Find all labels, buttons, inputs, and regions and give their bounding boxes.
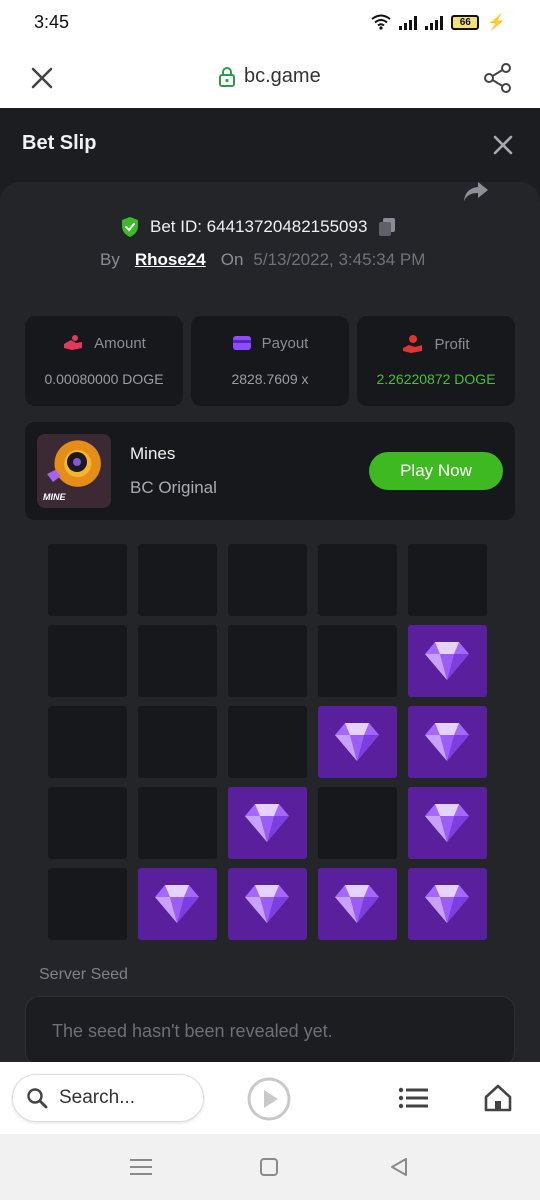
system-home-icon[interactable] [260,1158,278,1176]
server-seed-value: The seed hasn't been revealed yet. [52,1021,333,1041]
status-icons: 66 ⚡ [371,13,506,31]
bet-date: 5/13/2022, 3:45:34 PM [253,250,426,269]
bet-id: Bet ID: 64413720482155093 [150,217,368,236]
amount-box: Amount 0.00080000 DOGE [25,316,183,406]
gem-tile [228,787,307,859]
hidden-tile [138,787,217,859]
server-seed-field: The seed hasn't been revealed yet. [25,996,515,1062]
status-bar: 3:45 66 ⚡ [0,0,540,48]
amount-value: 0.00080000 DOGE [44,371,164,387]
bet-id-row: Bet ID: 64413720482155093 [120,216,397,238]
hidden-tile [138,625,217,697]
url-text: bc.game [244,65,321,87]
profit-icon [403,335,423,353]
thumbnail-label: MINE [43,492,66,502]
gem-icon [245,885,289,923]
gem-tile [408,625,487,697]
hidden-tile [318,625,397,697]
profit-value: 2.26220872 DOGE [376,371,496,387]
hidden-tile [48,544,127,616]
wallet-icon [232,336,251,350]
gem-tile [408,706,487,778]
gem-tile [318,706,397,778]
url-bar[interactable]: bc.game [218,65,321,88]
by-label: By [100,250,120,269]
on-label: On [220,250,244,269]
play-now-button[interactable]: Play Now [369,452,503,490]
bet-slip-panel: Bet Slip Bet ID: 64413720482155093 By Rh… [0,108,540,1062]
forward-share-icon[interactable] [462,180,490,204]
gem-icon [425,642,469,680]
back-icon[interactable] [388,1156,410,1178]
username-link[interactable]: Rhose24 [135,250,206,270]
profit-label: Profit [434,335,470,353]
amount-icon [64,335,83,350]
charging-icon: ⚡ [487,14,506,31]
amount-label: Amount [94,334,146,352]
hidden-tile [318,787,397,859]
hidden-tile [228,544,307,616]
gem-icon [335,723,379,761]
server-seed-label: Server Seed [39,966,128,983]
mines-grid [48,544,487,940]
mines-game-thumbnail: MINE [37,434,111,508]
hidden-tile [408,544,487,616]
page-title: Bet Slip [22,132,97,154]
hidden-tile [318,544,397,616]
gem-tile [318,868,397,940]
gem-icon [155,885,199,923]
payout-label: Payout [261,334,309,352]
hidden-tile [48,868,127,940]
browser-top-bar: bc.game [0,48,540,108]
gem-icon [245,804,289,842]
hidden-tile [228,625,307,697]
close-icon[interactable] [492,134,514,156]
battery-icon: 66 [451,14,480,30]
hidden-tile [48,706,127,778]
gem-icon [425,723,469,761]
share-icon[interactable] [482,62,514,94]
play-circle-icon[interactable] [246,1076,292,1122]
bettor-row: By Rhose24 On 5/13/2022, 3:45:34 PM [100,250,425,270]
wifi-icon [371,14,391,30]
signal-icon [399,14,418,30]
game-name: Mines [130,444,176,463]
game-card: MINE Mines BC Original Play Now [25,422,515,520]
browser-bottom-bar: Search... [0,1062,540,1134]
gem-icon [425,804,469,842]
status-time: 3:45 [34,12,70,32]
search-icon [27,1088,48,1109]
search-placeholder: Search... [59,1087,136,1108]
home-icon[interactable] [482,1082,514,1114]
hidden-tile [228,706,307,778]
gem-tile [408,787,487,859]
hidden-tile [138,544,217,616]
payout-value: 2828.7609 x [231,371,309,387]
lock-icon [219,66,235,87]
game-subtitle: BC Original [130,478,217,497]
recent-apps-icon[interactable] [130,1158,152,1176]
gem-tile [228,868,307,940]
payout-box: Payout 2828.7609 x [191,316,349,406]
system-nav-bar [0,1134,540,1200]
profit-box: Profit 2.26220872 DOGE [357,316,515,406]
signal-icon-2 [425,14,444,30]
list-icon[interactable] [398,1087,430,1109]
gem-tile [138,868,217,940]
hidden-tile [48,625,127,697]
gem-icon [335,885,379,923]
copy-icon[interactable] [377,216,397,238]
hidden-tile [138,706,217,778]
gem-tile [408,868,487,940]
hidden-tile [48,787,127,859]
close-tab-icon[interactable] [28,64,56,92]
shield-check-icon [122,217,138,237]
gem-icon [425,885,469,923]
search-input[interactable]: Search... [12,1074,204,1122]
